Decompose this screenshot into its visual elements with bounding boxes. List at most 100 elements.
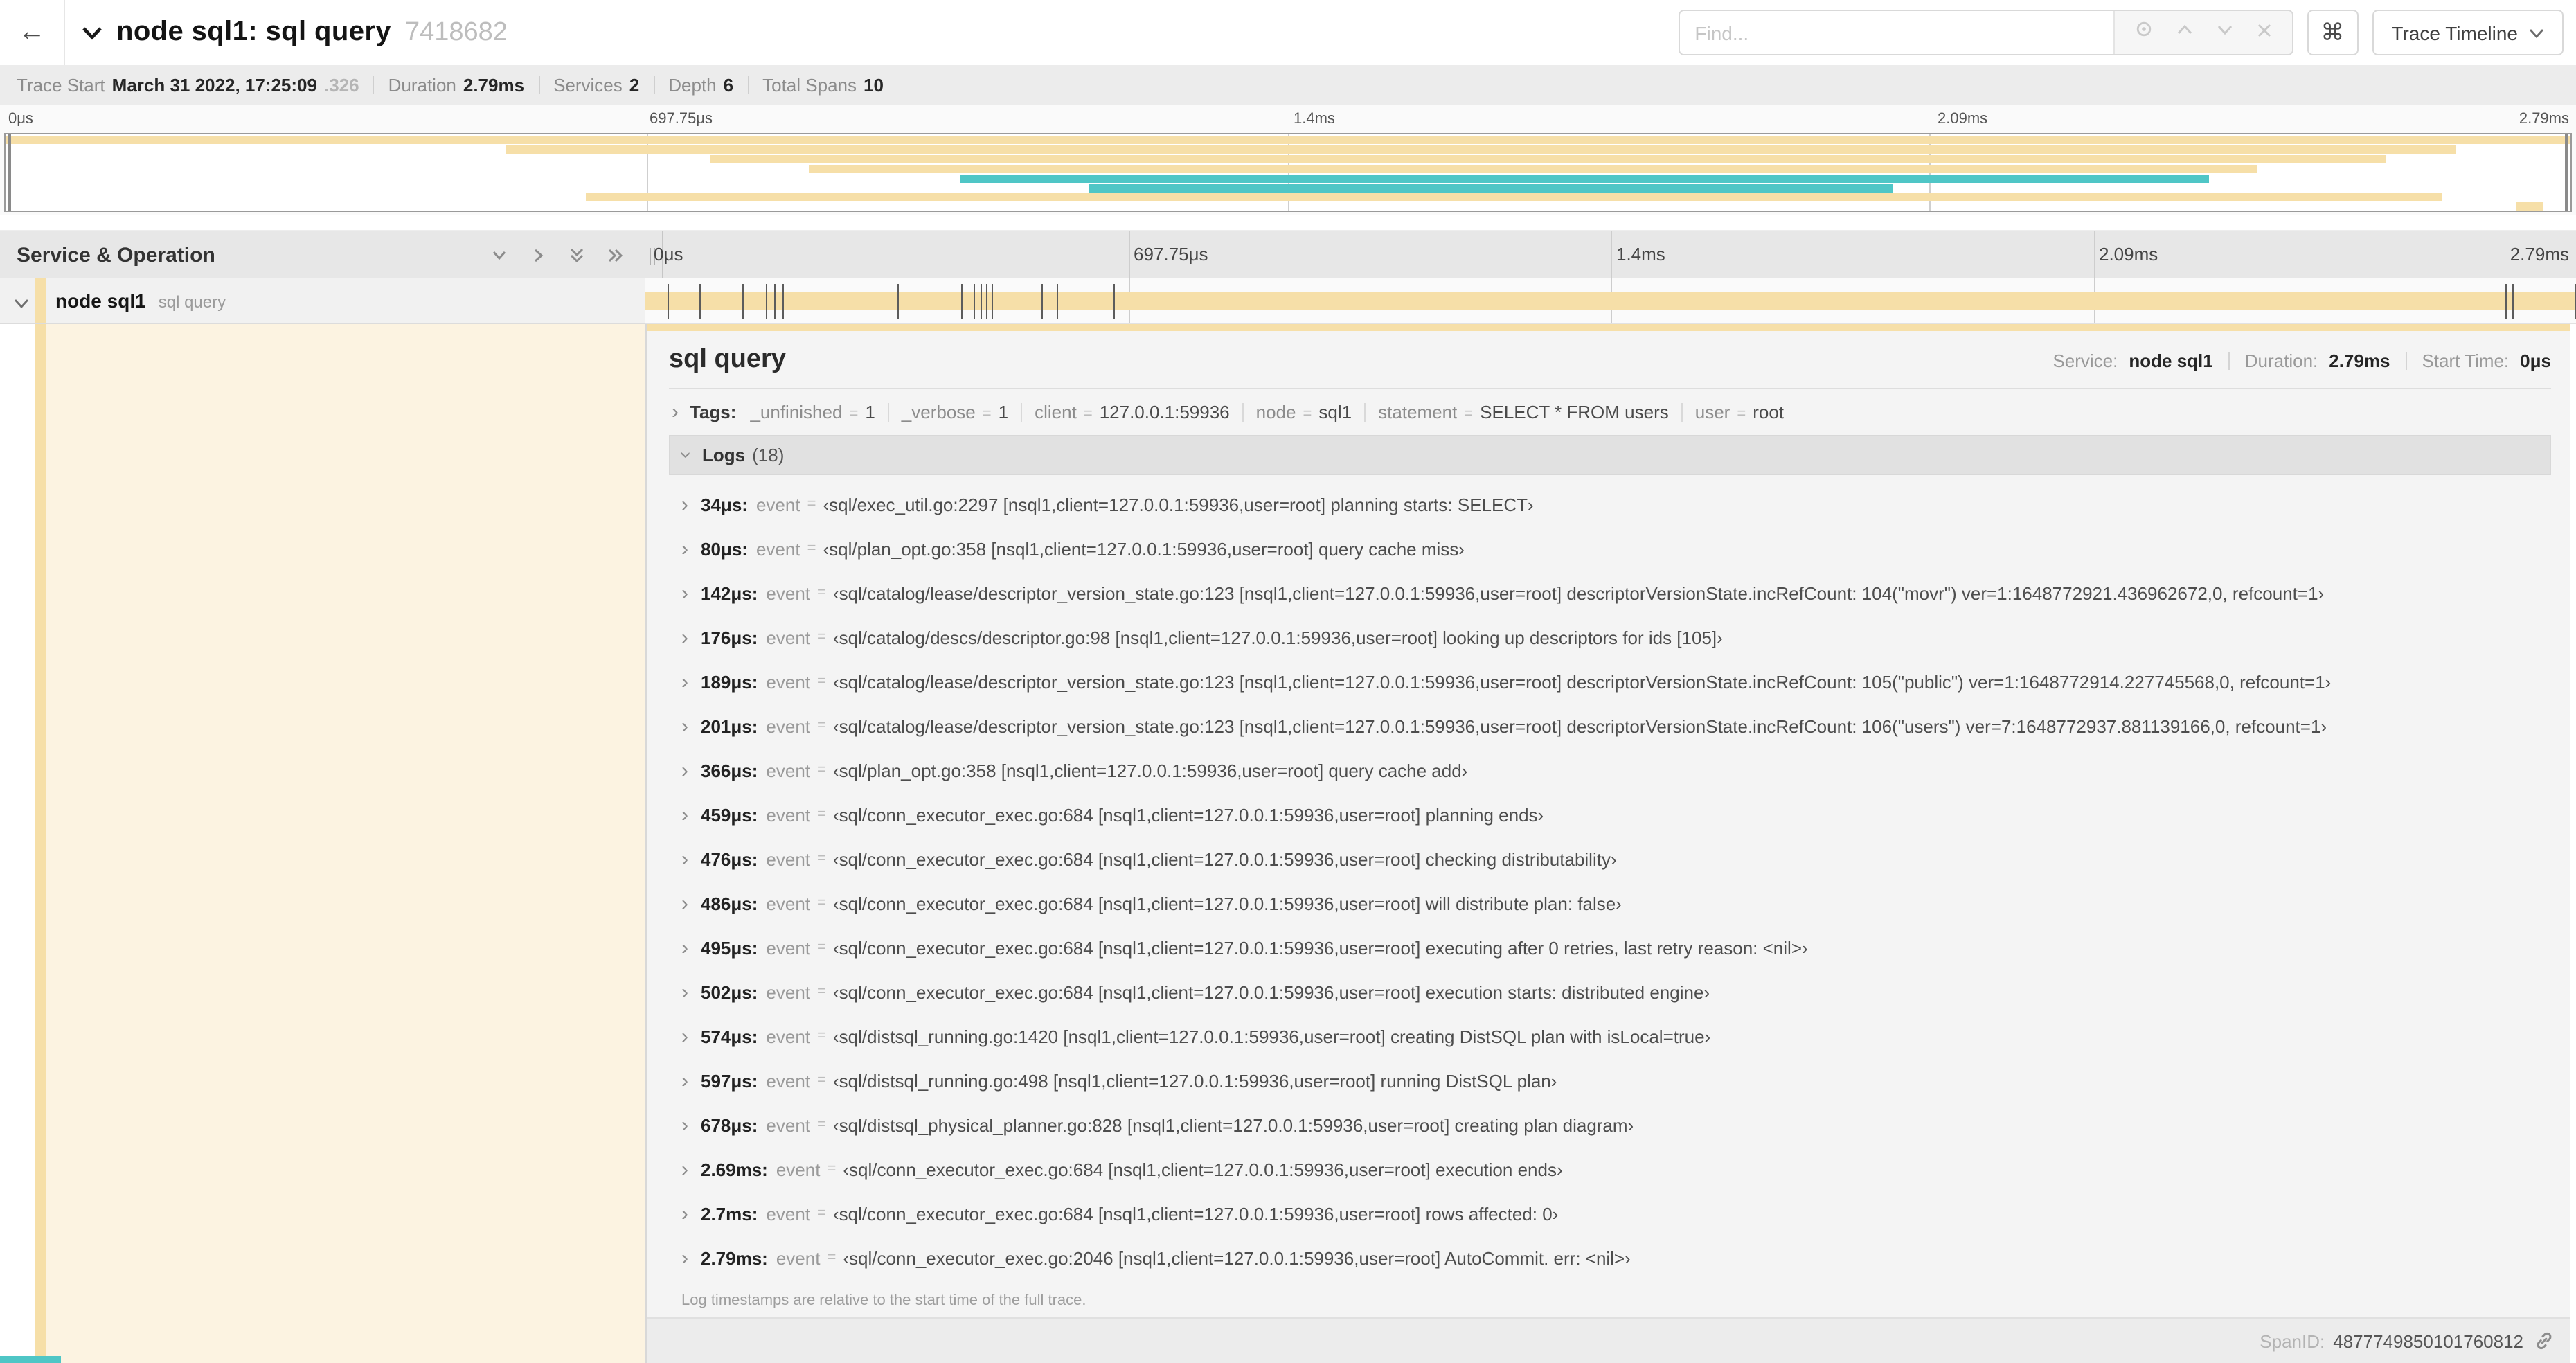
span-bar-cell[interactable]	[645, 278, 2576, 324]
log-row[interactable]: › 201μs: event = ‹sql/catalog/lease/descript…	[669, 704, 2551, 748]
log-expand-icon: ›	[681, 758, 688, 782]
log-field-key: event	[766, 715, 811, 736]
span-row: node sql1 sql query	[0, 278, 2576, 324]
span-collapse-icon[interactable]	[14, 291, 29, 316]
tag-item[interactable]: statement = SELECT * FROM users	[1378, 402, 1669, 422]
log-row[interactable]: › 502μs: event = ‹sql/conn_executor_exec.go:…	[669, 970, 2551, 1014]
log-row[interactable]: › 2.69ms: event = ‹sql/conn_executor_exec.go…	[669, 1147, 2551, 1191]
log-field-key: event	[766, 1203, 811, 1224]
log-field-key: event	[776, 1247, 821, 1268]
equals-sign: =	[807, 496, 816, 513]
log-marker-tick	[980, 284, 982, 319]
minimap-right-scrubber[interactable]	[2565, 134, 2568, 211]
find-prev-icon[interactable]	[2175, 20, 2193, 45]
tag-key: node	[1255, 402, 1296, 422]
tag-value: 1	[998, 402, 1009, 422]
tag-key: statement	[1378, 402, 1458, 422]
tick-label: 0μs	[8, 111, 33, 127]
info-value: 6	[723, 75, 734, 96]
info-value: 10	[864, 75, 884, 96]
info-value: 2.79ms	[463, 75, 525, 96]
keyboard-shortcuts-button[interactable]: ⌘	[2307, 10, 2359, 55]
find-input[interactable]	[1679, 11, 2113, 54]
span-duration-bar	[645, 292, 2576, 310]
log-marker-tick	[1057, 284, 1059, 319]
log-row[interactable]: › 476μs: event = ‹sql/conn_executor_exec.go:…	[669, 837, 2551, 881]
log-row[interactable]: › 2.7ms: event = ‹sql/conn_executor_exec.go:…	[669, 1191, 2551, 1236]
find-next-icon[interactable]	[2215, 20, 2233, 45]
tag-item[interactable]: node = sql1	[1256, 402, 1352, 422]
log-row[interactable]: › 176μs: event = ‹sql/catalog/descs/descript…	[669, 615, 2551, 659]
trace-info-item: Total Spans 10	[762, 75, 884, 96]
equals-sign: =	[817, 895, 826, 911]
tag-item[interactable]: _unfinished = 1	[750, 402, 875, 422]
span-name-cell[interactable]: node sql1 sql query	[0, 278, 647, 324]
log-expand-icon: ›	[681, 581, 688, 605]
collapse-one-icon[interactable]	[490, 247, 508, 265]
log-expand-icon: ›	[681, 1246, 688, 1270]
log-timestamp: 366μs:	[701, 760, 758, 781]
log-row[interactable]: › 189μs: event = ‹sql/catalog/lease/descript…	[669, 659, 2551, 704]
minimap-left-scrubber[interactable]	[8, 134, 11, 211]
trace-info-item: Duration 2.79ms	[388, 75, 524, 96]
log-row[interactable]: › 678μs: event = ‹sql/distsql_physical_plann…	[669, 1103, 2551, 1147]
log-marker-tick	[986, 284, 988, 319]
log-timestamp: 189μs:	[701, 671, 758, 692]
tags-row[interactable]: › Tags: _unfinished = 1 _verbose = 1 client = 12…	[669, 389, 2551, 432]
log-row[interactable]: › 34μs: event = ‹sql/exec_util.go:2297 [nsql…	[669, 482, 2551, 526]
back-button[interactable]: ←	[0, 0, 65, 65]
log-expand-icon: ›	[681, 670, 688, 693]
tag-item[interactable]: user = root	[1695, 402, 1784, 422]
horizontal-scrollbar-thumb[interactable]	[0, 1356, 61, 1363]
log-row[interactable]: › 597μs: event = ‹sql/distsql_running.go:498…	[669, 1058, 2551, 1103]
minimap-canvas[interactable]	[4, 133, 2572, 212]
tick-label: 1.4ms	[1294, 111, 1335, 127]
log-expand-icon: ›	[681, 936, 688, 959]
tick-label: 2.09ms	[2099, 244, 2158, 265]
separator	[747, 76, 749, 94]
log-field-key: event	[766, 848, 811, 869]
log-row[interactable]: › 495μs: event = ‹sql/conn_executor_exec.go:…	[669, 925, 2551, 970]
log-row[interactable]: › 142μs: event = ‹sql/catalog/lease/descript…	[669, 571, 2551, 615]
tick-label: 697.75μs	[650, 111, 713, 127]
collapse-all-icon[interactable]	[568, 247, 586, 265]
log-expand-icon: ›	[681, 537, 688, 560]
log-field-value: ‹sql/catalog/lease/descriptor_version_st…	[832, 715, 2327, 736]
span-detail-meta: Service: node sql1 Duration: 2.79ms Start Ti…	[2052, 350, 2551, 371]
locate-icon[interactable]	[2134, 19, 2153, 46]
log-field-value: ‹sql/conn_executor_exec.go:684 [nsql1,cl…	[832, 804, 1544, 825]
minimap-span	[2516, 202, 2543, 211]
service-color-stripe	[35, 324, 46, 1363]
log-row[interactable]: › 486μs: event = ‹sql/conn_executor_exec.go:…	[669, 881, 2551, 925]
clear-find-icon[interactable]	[2255, 20, 2272, 45]
log-row[interactable]: › 459μs: event = ‹sql/conn_executor_exec.go:…	[669, 792, 2551, 837]
tag-value: 1	[865, 402, 875, 422]
log-field-key: event	[755, 494, 800, 515]
equals-sign: =	[982, 406, 992, 422]
log-expand-icon: ›	[681, 891, 688, 915]
log-field-key: event	[766, 937, 811, 958]
log-row[interactable]: › 574μs: event = ‹sql/distsql_running.go:142…	[669, 1014, 2551, 1058]
trace-collapse-icon[interactable]	[82, 26, 102, 39]
log-field-key: event	[766, 1026, 811, 1046]
log-marker-tick	[699, 284, 701, 319]
expand-all-icon[interactable]	[607, 247, 625, 265]
logs-header[interactable]: › Logs (18)	[669, 435, 2551, 475]
log-row[interactable]: › 366μs: event = ‹sql/plan_opt.go:358 [nsql1…	[669, 748, 2551, 792]
meta-value: 0μs	[2520, 350, 2551, 371]
separator	[538, 76, 540, 94]
expand-one-icon[interactable]	[529, 247, 547, 265]
separator	[2405, 352, 2407, 370]
log-expand-icon: ›	[681, 1157, 688, 1181]
top-bar-actions: ⌘ Trace Timeline	[1678, 10, 2564, 55]
tag-item[interactable]: _verbose = 1	[902, 402, 1008, 422]
view-selector-button[interactable]: Trace Timeline	[2372, 10, 2564, 55]
log-row[interactable]: › 2.79ms: event = ‹sql/conn_executor_exec.go…	[669, 1236, 2551, 1280]
copy-link-icon[interactable]	[2534, 1331, 2554, 1351]
page-title: node sql1: sql query	[116, 17, 391, 47]
info-value-suffix: .326	[323, 75, 359, 96]
tag-item[interactable]: client = 127.0.0.1:59936	[1035, 402, 1230, 422]
logs-list: › 34μs: event = ‹sql/exec_util.go:2297 [nsql…	[669, 475, 2551, 1280]
log-row[interactable]: › 80μs: event = ‹sql/plan_opt.go:358 [nsql1,…	[669, 526, 2551, 571]
equals-sign: =	[817, 850, 826, 867]
